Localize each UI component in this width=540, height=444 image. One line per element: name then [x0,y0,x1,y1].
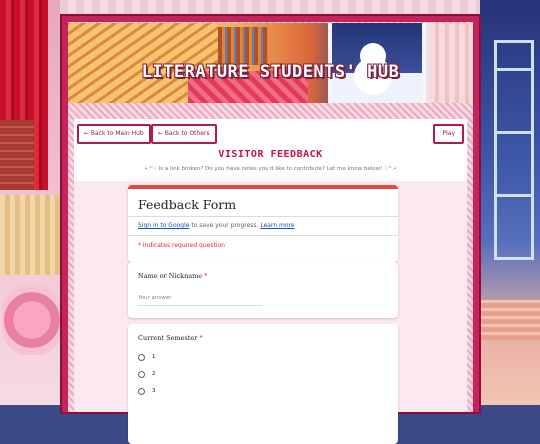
section-heading: VISITOR FEEDBACK [218,149,323,160]
embedded-form: Feedback Form Sign in to Google to save … [74,181,467,444]
name-input[interactable]: Your answer [138,295,262,306]
back-to-others-button[interactable]: ← Back to Others [151,124,217,144]
window-frame [494,40,534,260]
learn-more-link[interactable]: Learn more [260,222,294,229]
signin-notice: Sign in to Google to save your progress.… [138,222,295,229]
radio-button[interactable] [138,354,145,361]
question-label: Current Semester * [138,334,203,342]
play-button[interactable]: Play [433,124,464,144]
signin-text: to save your progress. [189,222,261,229]
divider [128,216,398,217]
radio-button[interactable] [138,388,145,395]
background-right-scene [480,0,540,405]
radio-button[interactable] [138,371,145,378]
question-text: Name or Nickname [138,272,203,280]
option-label: 2 [152,371,156,377]
form-header-card: Feedback Form Sign in to Google to save … [128,185,398,262]
brick-chimney [0,120,34,190]
snowy-roof [480,300,540,340]
question-card-semester: Current Semester * 1 2 3 [128,324,398,444]
divider [128,235,398,236]
section-subline: •.°♡ Is a link broken? Do you have notes… [144,166,397,172]
content-area: ← Back to Main Hub ← Back to Others Play… [74,119,467,444]
option-label: 1 [152,354,156,360]
pink-rug [2,285,62,355]
required-note: * Indicates required question [138,242,225,249]
form-title: Feedback Form [138,197,237,212]
question-card-name: Name or Nickname * Your answer [128,262,398,318]
required-asterisk: * [199,334,203,342]
banner-bookshelf [218,27,268,65]
main-panel: LITERATURE STUDENTS' HUB ← Back to Main … [60,14,481,444]
site-title: LITERATURE STUDENTS' HUB [141,62,400,82]
signin-link[interactable]: Sign in to Google [138,222,189,229]
required-asterisk: * [204,272,208,280]
question-label: Name or Nickname * [138,272,207,280]
back-to-main-hub-button[interactable]: ← Back to Main Hub [77,124,151,144]
header-banner: LITERATURE STUDENTS' HUB [68,23,473,103]
question-text: Current Semester [138,334,198,342]
option-label: 3 [152,388,156,394]
